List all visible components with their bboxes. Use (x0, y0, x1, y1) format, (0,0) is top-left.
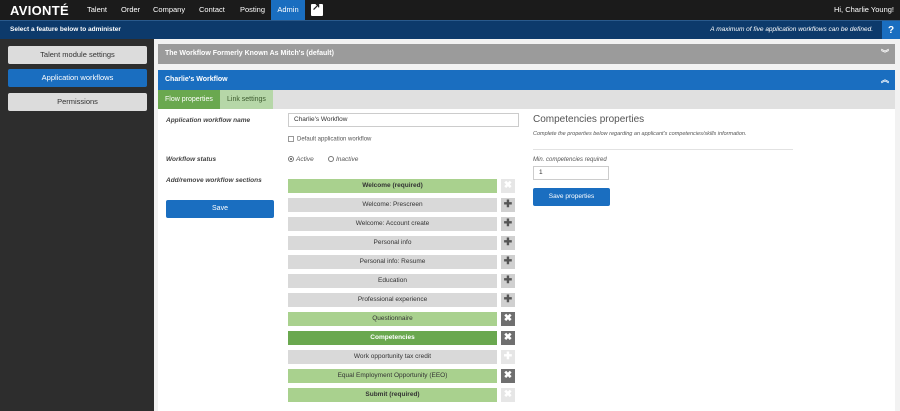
remove-icon: ✖ (501, 388, 515, 402)
save-properties-button[interactable]: Save properties (533, 188, 610, 206)
user-greeting[interactable]: Hi, Charlie Young! (834, 0, 894, 19)
workflow-header-expanded[interactable]: Charlie's Workflow ︽ (158, 70, 895, 90)
add-icon[interactable]: ✚ (501, 198, 515, 212)
sub-header: Select a feature below to administer A m… (0, 20, 900, 40)
add-icon[interactable]: ✚ (501, 217, 515, 231)
status-active-radio[interactable]: Active (288, 156, 314, 163)
sidebar-item-permissions[interactable]: Permissions (8, 93, 147, 111)
competencies-description: Complete the properties below regarding … (533, 131, 747, 137)
section-item[interactable]: Questionnaire (288, 312, 497, 326)
workflow-name-input[interactable]: Charlie's Workflow (288, 113, 519, 127)
remove-icon[interactable]: ✖ (501, 369, 515, 383)
section-item[interactable]: Submit (required) (288, 388, 497, 402)
workflow-header-collapsed[interactable]: The Workflow Formerly Known As Mitch's (… (158, 44, 895, 64)
checkbox-icon[interactable] (288, 136, 294, 142)
sidebar-item-talent-module-settings[interactable]: Talent module settings (8, 46, 147, 64)
section-item[interactable]: Education (288, 274, 497, 288)
competencies-title: Competencies properties (533, 114, 645, 125)
nav-contact[interactable]: Contact (199, 0, 225, 20)
add-icon[interactable]: ✚ (501, 293, 515, 307)
section-item[interactable]: Personal info (288, 236, 497, 250)
main-panel: The Workflow Formerly Known As Mitch's (… (154, 39, 900, 411)
workflow-status-label: Workflow status (166, 156, 217, 163)
status-inactive-radio[interactable]: Inactive (328, 156, 358, 163)
section-item[interactable]: Welcome: Account create (288, 217, 497, 231)
status-active-label: Active (296, 156, 314, 163)
sidebar: Talent module settings Application workf… (0, 39, 154, 411)
min-competencies-label: Min. competencies required (533, 157, 607, 163)
remove-icon: ✖ (501, 179, 515, 193)
sections-label: Add/remove workflow sections (166, 177, 262, 184)
min-competencies-input[interactable]: 1 (533, 166, 609, 180)
add-icon[interactable]: ✚ (501, 255, 515, 269)
section-item[interactable]: Professional experience (288, 293, 497, 307)
chevron-up-icon[interactable]: ︽ (881, 70, 889, 90)
remove-icon[interactable]: ✖ (501, 331, 515, 345)
nav-talent[interactable]: Talent (87, 0, 107, 20)
admin-hint: Select a feature below to administer (10, 26, 121, 33)
section-item[interactable]: Welcome: Prescreen (288, 198, 497, 212)
tab-link-settings[interactable]: Link settings (220, 90, 273, 109)
section-item[interactable]: Competencies (288, 331, 497, 345)
default-workflow-label: Default application workflow (297, 136, 372, 143)
nav-company[interactable]: Company (153, 0, 185, 20)
tab-strip: Flow properties Link settings (158, 90, 895, 109)
radio-icon[interactable] (328, 156, 334, 163)
nav-admin[interactable]: Admin (271, 0, 305, 20)
help-icon[interactable]: ? (882, 21, 900, 40)
status-inactive-label: Inactive (336, 156, 359, 163)
save-button[interactable]: Save (166, 200, 274, 218)
nav-posting[interactable]: Posting (240, 0, 265, 20)
add-icon: ✚ (501, 350, 515, 364)
remove-icon[interactable]: ✖ (501, 312, 515, 326)
workflow-title: Charlie's Workflow (165, 76, 228, 83)
sidebar-item-application-workflows[interactable]: Application workflows (8, 69, 147, 87)
logo: AVIONTÉ (10, 3, 69, 18)
flow-properties-panel: Application workflow name Charlie's Work… (158, 109, 895, 411)
add-icon[interactable]: ✚ (501, 236, 515, 250)
external-link-icon[interactable]: ↗ (311, 2, 323, 16)
section-item[interactable]: Personal info: Resume (288, 255, 497, 269)
tab-flow-properties[interactable]: Flow properties (158, 90, 220, 109)
workflow-title: The Workflow Formerly Known As Mitch's (… (165, 50, 334, 57)
workflow-name-label: Application workflow name (166, 117, 251, 124)
add-icon[interactable]: ✚ (501, 274, 515, 288)
default-workflow-checkbox[interactable]: Default application workflow (288, 136, 371, 143)
section-item[interactable]: Work opportunity tax credit (288, 350, 497, 364)
chevron-down-icon[interactable]: ︾ (881, 44, 889, 64)
section-item[interactable]: Equal Employment Opportunity (EEO) (288, 369, 497, 383)
top-nav: AVIONTÉ Talent Order Company Contact Pos… (0, 0, 900, 20)
radio-selected-icon[interactable] (288, 156, 294, 163)
divider (533, 149, 793, 150)
nav-order[interactable]: Order (121, 0, 140, 20)
workflow-limit-note: A maximum of five application workflows … (710, 26, 873, 33)
section-item[interactable]: Welcome (required) (288, 179, 497, 193)
